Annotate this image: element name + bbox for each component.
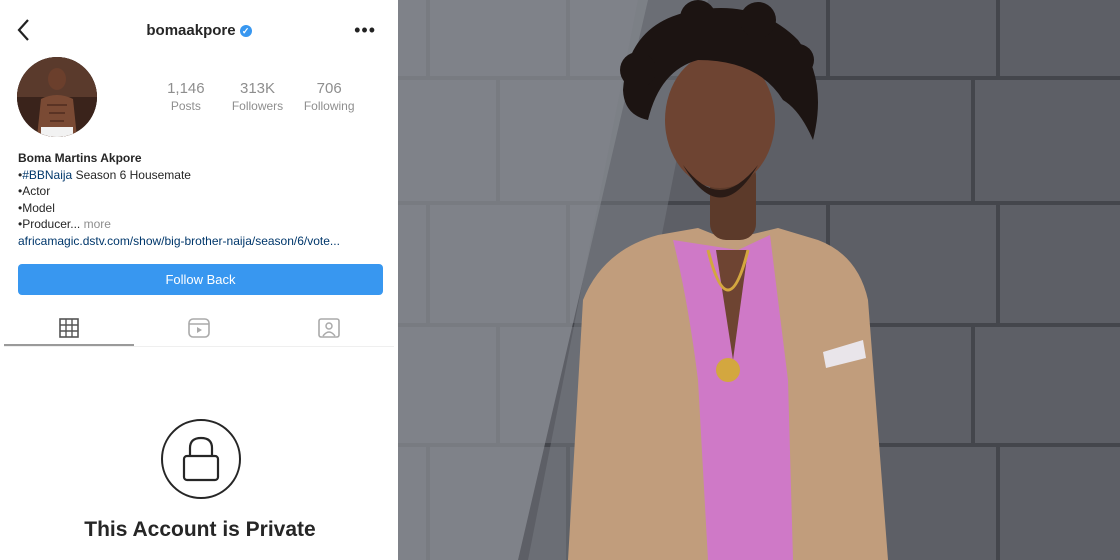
bio-line-1: •#BBNaija Season 6 Housemate [18,167,191,182]
profile-tabs [4,310,394,347]
followers-stat[interactable]: 313K Followers [222,80,294,113]
hashtag-link[interactable]: #BBNaija [22,168,72,182]
more-link[interactable]: more [84,217,111,231]
avatar[interactable] [17,57,97,137]
bio-line-3: •Model [18,200,55,215]
follow-back-button[interactable]: Follow Back [18,264,383,295]
reels-icon [188,318,210,338]
bio-website-link[interactable]: africamagic.dstv.com/show/big-brother-na… [18,233,388,250]
bio-line-4: •Producer... more [18,217,111,231]
profile-photo [398,0,1120,560]
tab-posts-grid[interactable] [4,310,134,346]
ellipsis-icon[interactable]: ••• [354,20,376,41]
profile-username: bomaakpore ✓ [0,22,398,39]
grid-icon [59,318,79,338]
following-label: Following [303,99,355,113]
lock-icon [160,418,242,500]
private-account-message: This Account is Private [84,518,316,541]
bio-line-2: •Actor [18,184,51,198]
posts-stat[interactable]: 1,146 Posts [150,80,222,113]
followers-count: 313K [239,80,276,97]
tab-tagged[interactable] [264,310,394,346]
posts-label: Posts [170,99,201,113]
tagged-icon [318,318,340,338]
tab-reels[interactable] [134,310,264,346]
following-count: 706 [316,80,342,97]
display-name: Boma Martins Akpore [18,151,142,165]
posts-count: 1,146 [167,80,205,97]
profile-bio: Boma Martins Akpore •#BBNaija Season 6 H… [18,150,388,249]
username-text: bomaakpore [146,22,236,39]
profile-stats: 1,146 Posts 313K Followers 706 Following [150,80,365,113]
photo-of-man [398,0,1120,560]
instagram-profile-screen: bomaakpore ✓ ••• 1,146 Posts 313K Followe… [0,0,398,560]
following-stat[interactable]: 706 Following [293,80,365,113]
profile-header: bomaakpore ✓ ••• [0,14,398,52]
verified-badge-icon: ✓ [239,25,252,37]
followers-label: Followers [231,99,284,113]
